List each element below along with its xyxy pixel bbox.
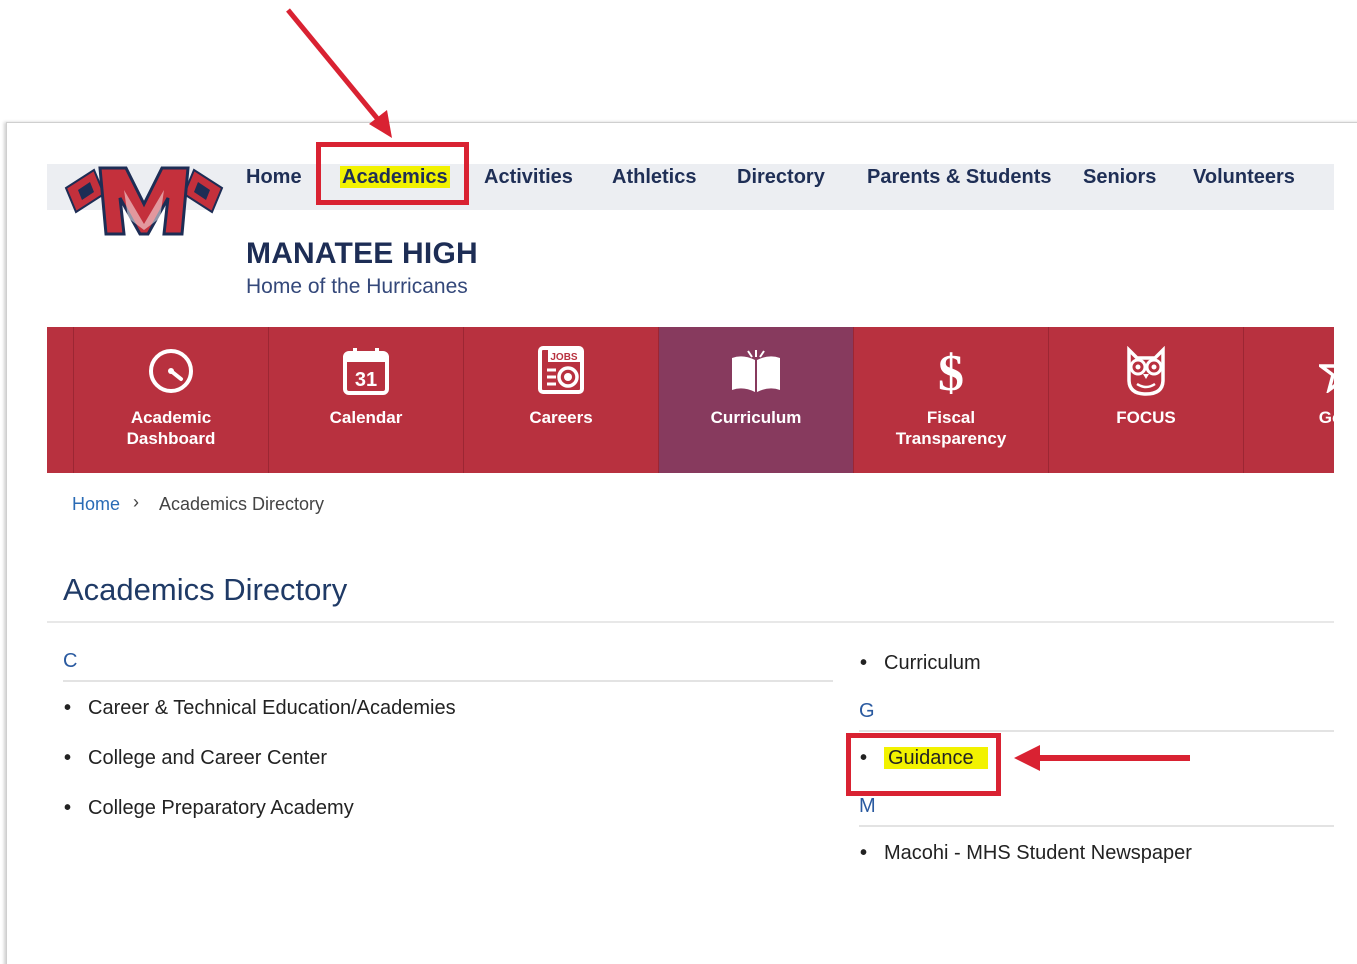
- annotation-arrows: [286, 8, 1190, 771]
- arrow-down-icon: [286, 8, 392, 138]
- arrow-left-icon: [1014, 745, 1190, 771]
